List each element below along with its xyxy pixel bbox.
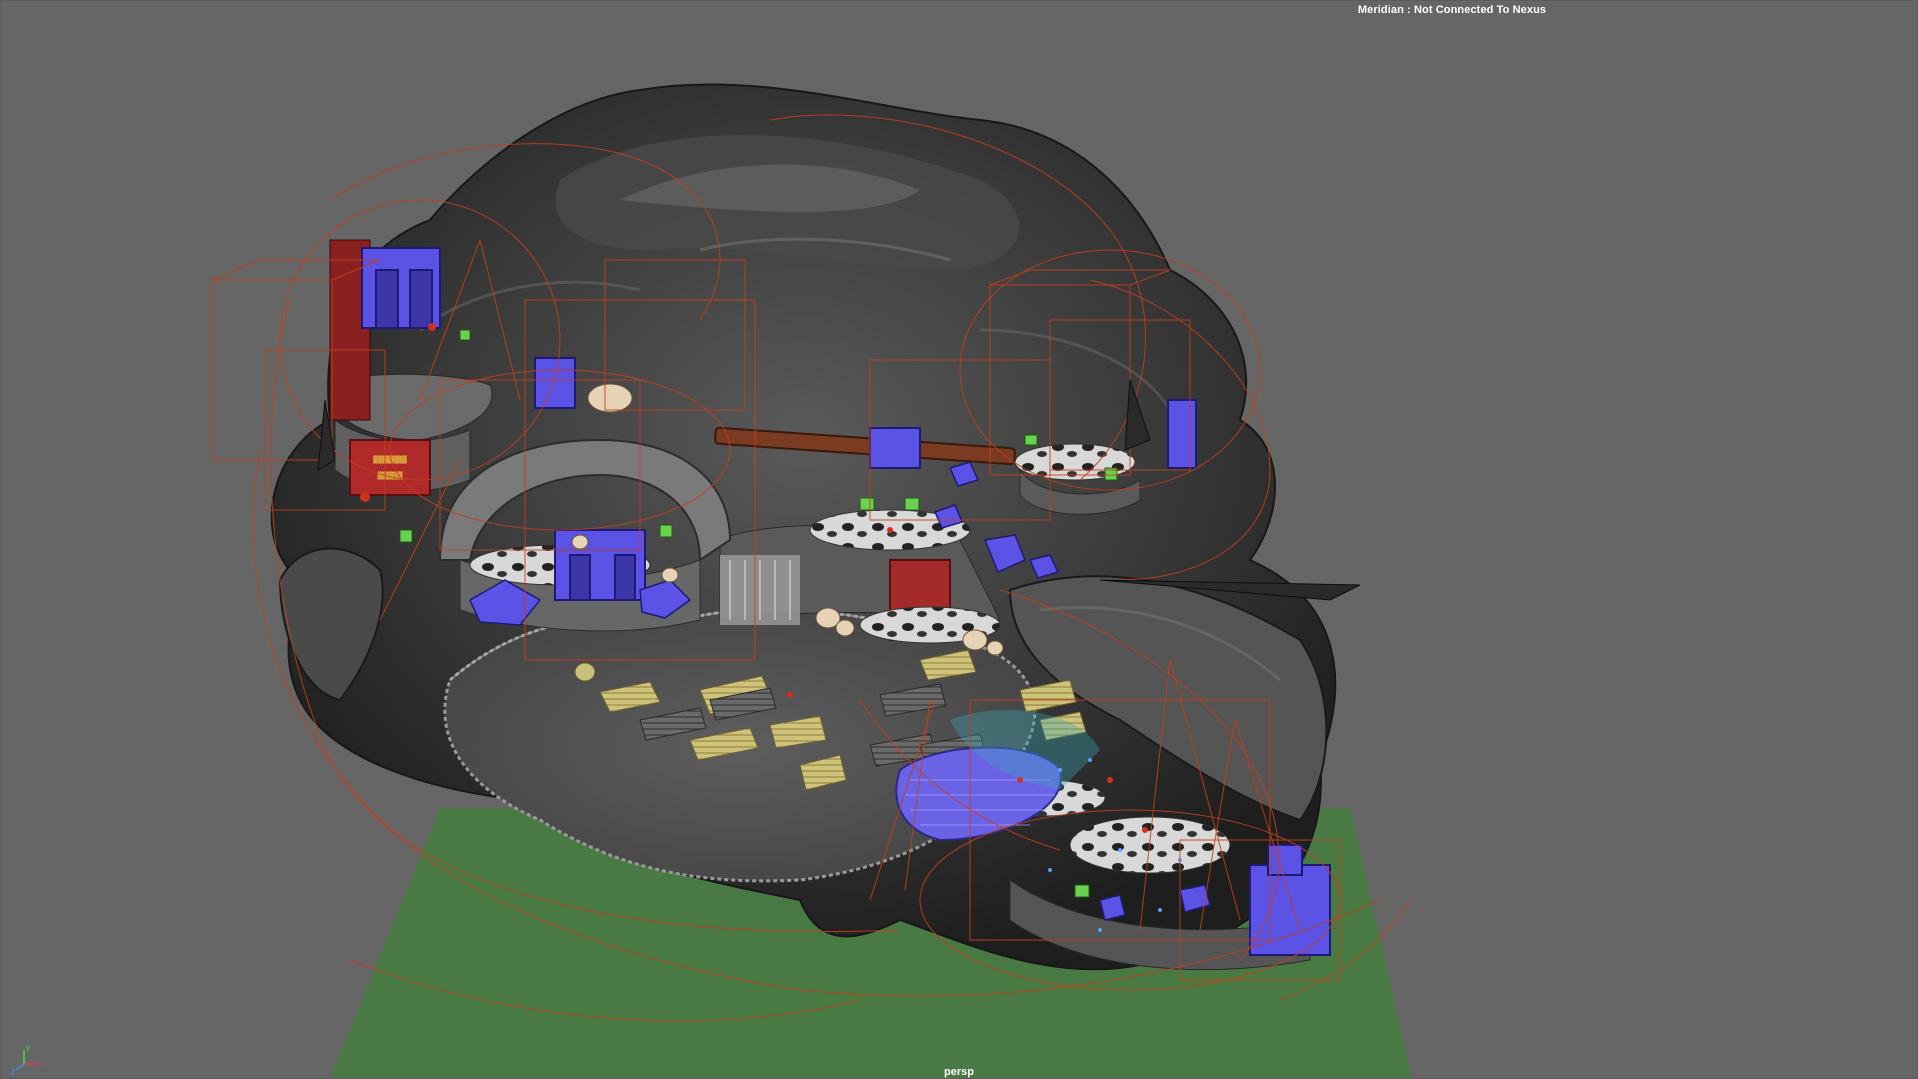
nexus-status-text: Meridian : Not Connected To Nexus — [1357, 4, 1547, 16]
viewport-border — [0, 0, 1918, 1079]
axis-x-label: x — [39, 1060, 43, 1069]
camera-name-label: persp — [944, 1066, 974, 1078]
axis-z-label: z — [11, 1067, 15, 1076]
axis-y-label: y — [26, 1043, 30, 1052]
viewport-persp[interactable]: ▓▓▓▓▓▓▓▓ ▓▓▓▓▓▓ Meridian: Not Connected… — [0, 0, 1918, 1079]
axis-z-line — [15, 1063, 25, 1071]
axis-gizmo: y x z — [11, 1043, 43, 1076]
